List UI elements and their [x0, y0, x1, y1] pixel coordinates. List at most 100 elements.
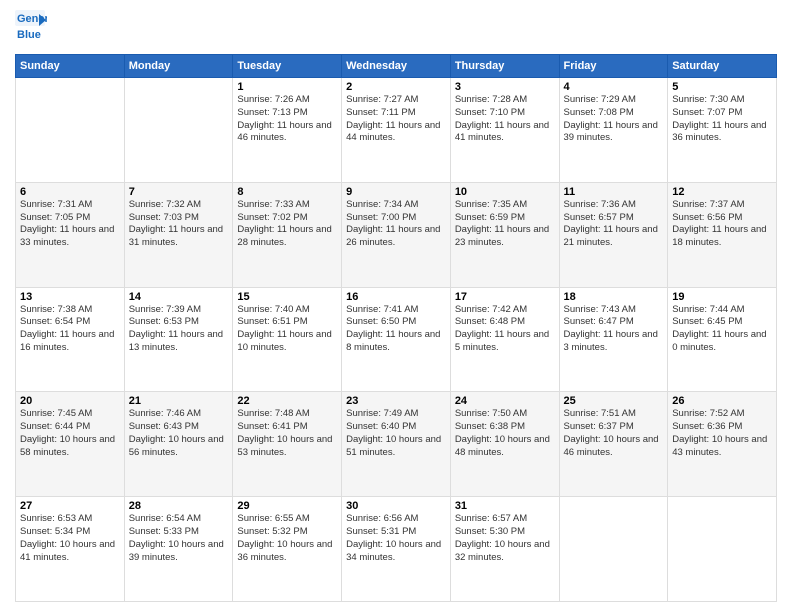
calendar-cell: 13Sunrise: 7:38 AMSunset: 6:54 PMDayligh… — [16, 287, 125, 392]
day-info: Sunset: 6:38 PM — [455, 421, 555, 434]
day-info: Daylight: 10 hours and 56 minutes. — [129, 434, 229, 460]
day-number: 31 — [455, 500, 555, 512]
calendar-cell: 2Sunrise: 7:27 AMSunset: 7:11 PMDaylight… — [342, 78, 451, 183]
calendar-cell: 11Sunrise: 7:36 AMSunset: 6:57 PMDayligh… — [559, 182, 668, 287]
day-info: Sunset: 6:43 PM — [129, 421, 229, 434]
day-info: Daylight: 10 hours and 51 minutes. — [346, 434, 446, 460]
calendar-cell: 1Sunrise: 7:26 AMSunset: 7:13 PMDaylight… — [233, 78, 342, 183]
day-header-sunday: Sunday — [16, 55, 125, 78]
day-number: 16 — [346, 291, 446, 303]
day-info: Daylight: 10 hours and 41 minutes. — [20, 539, 120, 565]
day-info: Sunset: 7:13 PM — [237, 107, 337, 120]
calendar-cell: 30Sunrise: 6:56 AMSunset: 5:31 PMDayligh… — [342, 497, 451, 602]
day-info: Sunset: 7:10 PM — [455, 107, 555, 120]
day-info: Sunset: 6:59 PM — [455, 212, 555, 225]
day-info: Daylight: 10 hours and 53 minutes. — [237, 434, 337, 460]
day-info: Sunrise: 7:29 AM — [564, 94, 664, 107]
day-number: 30 — [346, 500, 446, 512]
day-header-friday: Friday — [559, 55, 668, 78]
day-info: Sunset: 6:47 PM — [564, 316, 664, 329]
day-info: Sunrise: 7:31 AM — [20, 199, 120, 212]
day-info: Daylight: 11 hours and 28 minutes. — [237, 224, 337, 250]
day-number: 13 — [20, 291, 120, 303]
day-info: Sunrise: 7:50 AM — [455, 408, 555, 421]
day-info: Sunset: 6:56 PM — [672, 212, 772, 225]
day-info: Sunrise: 7:46 AM — [129, 408, 229, 421]
day-info: Sunset: 5:34 PM — [20, 526, 120, 539]
day-info: Sunset: 7:07 PM — [672, 107, 772, 120]
day-number: 17 — [455, 291, 555, 303]
day-info: Daylight: 11 hours and 44 minutes. — [346, 120, 446, 146]
day-number: 18 — [564, 291, 664, 303]
day-info: Daylight: 11 hours and 13 minutes. — [129, 329, 229, 355]
svg-text:Blue: Blue — [17, 29, 41, 41]
day-info: Sunrise: 7:45 AM — [20, 408, 120, 421]
day-info: Daylight: 11 hours and 0 minutes. — [672, 329, 772, 355]
day-info: Sunrise: 6:53 AM — [20, 513, 120, 526]
day-info: Daylight: 11 hours and 5 minutes. — [455, 329, 555, 355]
calendar-cell: 15Sunrise: 7:40 AMSunset: 6:51 PMDayligh… — [233, 287, 342, 392]
calendar-cell: 14Sunrise: 7:39 AMSunset: 6:53 PMDayligh… — [124, 287, 233, 392]
day-info: Sunrise: 7:41 AM — [346, 304, 446, 317]
calendar-cell: 7Sunrise: 7:32 AMSunset: 7:03 PMDaylight… — [124, 182, 233, 287]
day-info: Daylight: 10 hours and 32 minutes. — [455, 539, 555, 565]
calendar-cell: 10Sunrise: 7:35 AMSunset: 6:59 PMDayligh… — [450, 182, 559, 287]
day-info: Sunrise: 7:32 AM — [129, 199, 229, 212]
day-info: Daylight: 11 hours and 26 minutes. — [346, 224, 446, 250]
day-info: Daylight: 10 hours and 39 minutes. — [129, 539, 229, 565]
calendar-cell: 12Sunrise: 7:37 AMSunset: 6:56 PMDayligh… — [668, 182, 777, 287]
day-info: Sunset: 6:54 PM — [20, 316, 120, 329]
calendar-cell: 19Sunrise: 7:44 AMSunset: 6:45 PMDayligh… — [668, 287, 777, 392]
day-info: Sunset: 6:53 PM — [129, 316, 229, 329]
day-number: 23 — [346, 395, 446, 407]
day-info: Sunrise: 7:39 AM — [129, 304, 229, 317]
calendar-cell: 24Sunrise: 7:50 AMSunset: 6:38 PMDayligh… — [450, 392, 559, 497]
day-info: Daylight: 10 hours and 34 minutes. — [346, 539, 446, 565]
day-info: Sunset: 6:57 PM — [564, 212, 664, 225]
day-info: Sunset: 6:51 PM — [237, 316, 337, 329]
day-number: 27 — [20, 500, 120, 512]
calendar-cell: 26Sunrise: 7:52 AMSunset: 6:36 PMDayligh… — [668, 392, 777, 497]
day-info: Sunrise: 7:42 AM — [455, 304, 555, 317]
day-info: Sunrise: 7:48 AM — [237, 408, 337, 421]
day-info: Sunrise: 6:54 AM — [129, 513, 229, 526]
day-info: Sunset: 6:44 PM — [20, 421, 120, 434]
calendar-cell: 23Sunrise: 7:49 AMSunset: 6:40 PMDayligh… — [342, 392, 451, 497]
day-info: Daylight: 10 hours and 58 minutes. — [20, 434, 120, 460]
calendar-cell: 17Sunrise: 7:42 AMSunset: 6:48 PMDayligh… — [450, 287, 559, 392]
calendar-cell: 21Sunrise: 7:46 AMSunset: 6:43 PMDayligh… — [124, 392, 233, 497]
day-info: Sunset: 7:00 PM — [346, 212, 446, 225]
day-number: 3 — [455, 81, 555, 93]
day-info: Sunset: 6:37 PM — [564, 421, 664, 434]
day-info: Sunset: 6:41 PM — [237, 421, 337, 434]
day-info: Daylight: 11 hours and 3 minutes. — [564, 329, 664, 355]
day-info: Sunrise: 6:57 AM — [455, 513, 555, 526]
calendar-cell: 18Sunrise: 7:43 AMSunset: 6:47 PMDayligh… — [559, 287, 668, 392]
day-number: 14 — [129, 291, 229, 303]
day-header-thursday: Thursday — [450, 55, 559, 78]
day-info: Sunset: 6:48 PM — [455, 316, 555, 329]
day-info: Sunset: 7:08 PM — [564, 107, 664, 120]
day-info: Daylight: 11 hours and 36 minutes. — [672, 120, 772, 146]
day-info: Sunset: 6:45 PM — [672, 316, 772, 329]
day-info: Daylight: 11 hours and 16 minutes. — [20, 329, 120, 355]
day-header-saturday: Saturday — [668, 55, 777, 78]
day-info: Sunrise: 7:36 AM — [564, 199, 664, 212]
day-info: Sunrise: 7:30 AM — [672, 94, 772, 107]
day-info: Daylight: 11 hours and 41 minutes. — [455, 120, 555, 146]
day-number: 10 — [455, 186, 555, 198]
day-info: Sunrise: 7:40 AM — [237, 304, 337, 317]
calendar-cell: 22Sunrise: 7:48 AMSunset: 6:41 PMDayligh… — [233, 392, 342, 497]
day-info: Sunset: 6:40 PM — [346, 421, 446, 434]
calendar-cell: 25Sunrise: 7:51 AMSunset: 6:37 PMDayligh… — [559, 392, 668, 497]
day-info: Daylight: 10 hours and 43 minutes. — [672, 434, 772, 460]
calendar-cell: 16Sunrise: 7:41 AMSunset: 6:50 PMDayligh… — [342, 287, 451, 392]
day-info: Sunrise: 7:33 AM — [237, 199, 337, 212]
day-info: Daylight: 11 hours and 10 minutes. — [237, 329, 337, 355]
day-info: Daylight: 10 hours and 48 minutes. — [455, 434, 555, 460]
day-info: Sunset: 6:50 PM — [346, 316, 446, 329]
day-info: Daylight: 11 hours and 18 minutes. — [672, 224, 772, 250]
day-info: Sunset: 6:36 PM — [672, 421, 772, 434]
day-number: 9 — [346, 186, 446, 198]
day-info: Sunrise: 7:37 AM — [672, 199, 772, 212]
